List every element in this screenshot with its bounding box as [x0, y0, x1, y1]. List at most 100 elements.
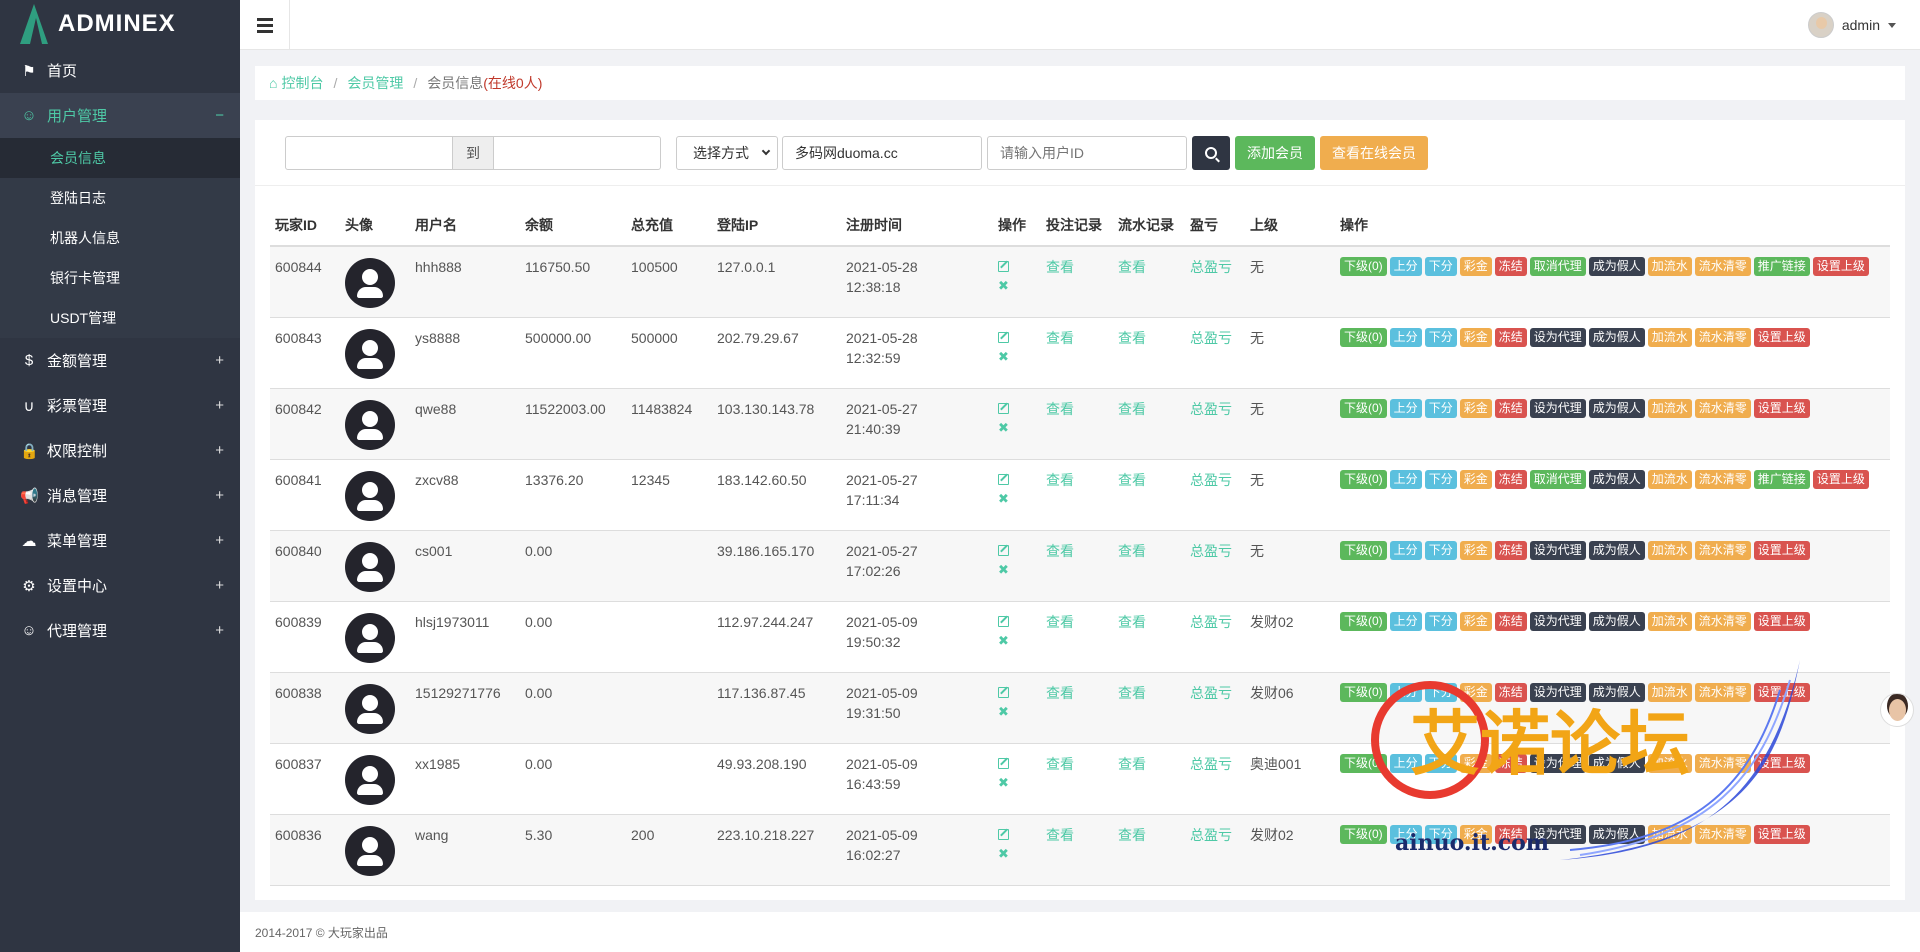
action-button[interactable]: 上分: [1389, 682, 1422, 702]
method-select[interactable]: 选择方式: [676, 135, 778, 170]
delete-icon[interactable]: ✖: [998, 562, 1009, 577]
action-button[interactable]: 成为假人: [1588, 753, 1645, 773]
action-button[interactable]: 下级(0): [1340, 398, 1387, 418]
action-button[interactable]: 下分: [1424, 611, 1457, 631]
action-button[interactable]: 上分: [1389, 753, 1422, 773]
profit-loss-link[interactable]: 总盈亏: [1185, 246, 1245, 318]
breadcrumb-section[interactable]: 会员管理: [347, 73, 403, 93]
action-button[interactable]: 设置上级: [1753, 398, 1810, 418]
action-button[interactable]: 设置上级: [1812, 257, 1869, 276]
site-input[interactable]: [782, 135, 982, 170]
action-button[interactable]: 下分: [1424, 753, 1457, 773]
action-button[interactable]: 下级(0): [1340, 257, 1387, 276]
action-button[interactable]: 下分: [1424, 824, 1457, 844]
action-button[interactable]: 成为假人: [1588, 327, 1645, 347]
edit-icon[interactable]: [998, 544, 1009, 556]
action-button[interactable]: 推广链接: [1753, 469, 1810, 489]
action-button[interactable]: 冻结: [1494, 611, 1527, 631]
sidebar-item-8[interactable]: ☺ 代理管理 +: [0, 608, 240, 653]
action-button[interactable]: 彩金: [1459, 753, 1492, 773]
sidebar-subitem-4[interactable]: USDT管理: [0, 298, 240, 338]
menu-toggle-button[interactable]: [240, 0, 290, 50]
delete-icon[interactable]: ✖: [998, 278, 1009, 293]
action-button[interactable]: 彩金: [1459, 682, 1492, 702]
delete-icon[interactable]: ✖: [998, 349, 1009, 364]
action-button[interactable]: 彩金: [1459, 540, 1492, 560]
action-button[interactable]: 下分: [1424, 469, 1457, 489]
action-button[interactable]: 冻结: [1494, 824, 1527, 844]
action-button[interactable]: 流水清零: [1694, 753, 1751, 773]
profit-loss-link[interactable]: 总盈亏: [1185, 672, 1245, 744]
action-button[interactable]: 取消代理: [1529, 469, 1586, 489]
flow-record-link[interactable]: 查看: [1113, 317, 1185, 389]
action-button[interactable]: 加流水: [1647, 753, 1692, 773]
action-button[interactable]: 成为假人: [1588, 257, 1645, 276]
flow-record-link[interactable]: 查看: [1113, 388, 1185, 460]
bet-record-link[interactable]: 查看: [1041, 246, 1113, 318]
action-button[interactable]: 上分: [1389, 327, 1422, 347]
flow-record-link[interactable]: 查看: [1113, 459, 1185, 531]
action-button[interactable]: 彩金: [1459, 257, 1492, 276]
edit-icon[interactable]: [998, 473, 1009, 485]
view-online-button[interactable]: 查看在线会员: [1320, 135, 1428, 170]
action-button[interactable]: 设置上级: [1753, 682, 1810, 702]
action-button[interactable]: 上分: [1389, 611, 1422, 631]
sidebar-item-7[interactable]: ⚙ 设置中心 +: [0, 563, 240, 608]
sidebar-item-3[interactable]: ∪ 彩票管理 +: [0, 383, 240, 428]
action-button[interactable]: 彩金: [1459, 469, 1492, 489]
sidebar-subitem-1[interactable]: 登陆日志: [0, 178, 240, 218]
action-button[interactable]: 设为代理: [1529, 398, 1586, 418]
profit-loss-link[interactable]: 总盈亏: [1185, 743, 1245, 815]
action-button[interactable]: 冻结: [1494, 682, 1527, 702]
action-button[interactable]: 下分: [1424, 682, 1457, 702]
action-button[interactable]: 成为假人: [1588, 611, 1645, 631]
action-button[interactable]: 流水清零: [1694, 469, 1751, 489]
action-button[interactable]: 流水清零: [1694, 611, 1751, 631]
delete-icon[interactable]: ✖: [998, 775, 1009, 790]
action-button[interactable]: 冻结: [1494, 753, 1527, 773]
action-button[interactable]: 加流水: [1647, 611, 1692, 631]
delete-icon[interactable]: ✖: [998, 633, 1009, 648]
bet-record-link[interactable]: 查看: [1041, 388, 1113, 460]
action-button[interactable]: 上分: [1389, 398, 1422, 418]
action-button[interactable]: 上分: [1389, 469, 1422, 489]
bet-record-link[interactable]: 查看: [1041, 459, 1113, 531]
action-button[interactable]: 加流水: [1647, 398, 1692, 418]
edit-icon[interactable]: [998, 686, 1009, 698]
bet-record-link[interactable]: 查看: [1041, 317, 1113, 389]
action-button[interactable]: 设置上级: [1753, 327, 1810, 347]
action-button[interactable]: 下级(0): [1340, 327, 1387, 347]
sidebar-item-1[interactable]: ☺ 用户管理 −: [0, 93, 240, 138]
flow-record-link[interactable]: 查看: [1113, 814, 1185, 886]
profit-loss-link[interactable]: 总盈亏: [1185, 317, 1245, 389]
sidebar-subitem-2[interactable]: 机器人信息: [0, 218, 240, 258]
breadcrumb-home[interactable]: 控制台: [281, 73, 323, 93]
action-button[interactable]: 彩金: [1459, 398, 1492, 418]
user-menu[interactable]: admin: [1807, 12, 1896, 38]
action-button[interactable]: 冻结: [1494, 469, 1527, 489]
edit-icon[interactable]: [998, 757, 1009, 769]
action-button[interactable]: 流水清零: [1694, 682, 1751, 702]
action-button[interactable]: 下级(0): [1340, 540, 1387, 560]
start-date-input[interactable]: [285, 135, 453, 170]
sidebar-item-6[interactable]: ☁ 菜单管理 +: [0, 518, 240, 563]
add-member-button[interactable]: 添加会员: [1235, 135, 1315, 170]
edit-icon[interactable]: [998, 331, 1009, 343]
sidebar-subitem-0[interactable]: 会员信息: [0, 138, 240, 178]
flow-record-link[interactable]: 查看: [1113, 601, 1185, 673]
edit-icon[interactable]: [998, 828, 1009, 840]
action-button[interactable]: 上分: [1389, 540, 1422, 560]
bet-record-link[interactable]: 查看: [1041, 672, 1113, 744]
action-button[interactable]: 加流水: [1647, 540, 1692, 560]
action-button[interactable]: 设置上级: [1753, 824, 1810, 844]
action-button[interactable]: 设为代理: [1529, 682, 1586, 702]
action-button[interactable]: 取消代理: [1529, 257, 1586, 276]
delete-icon[interactable]: ✖: [998, 704, 1009, 719]
action-button[interactable]: 设为代理: [1529, 824, 1586, 844]
action-button[interactable]: 加流水: [1647, 682, 1692, 702]
action-button[interactable]: 彩金: [1459, 824, 1492, 844]
profit-loss-link[interactable]: 总盈亏: [1185, 814, 1245, 886]
bet-record-link[interactable]: 查看: [1041, 743, 1113, 815]
action-button[interactable]: 下分: [1424, 398, 1457, 418]
flow-record-link[interactable]: 查看: [1113, 530, 1185, 602]
